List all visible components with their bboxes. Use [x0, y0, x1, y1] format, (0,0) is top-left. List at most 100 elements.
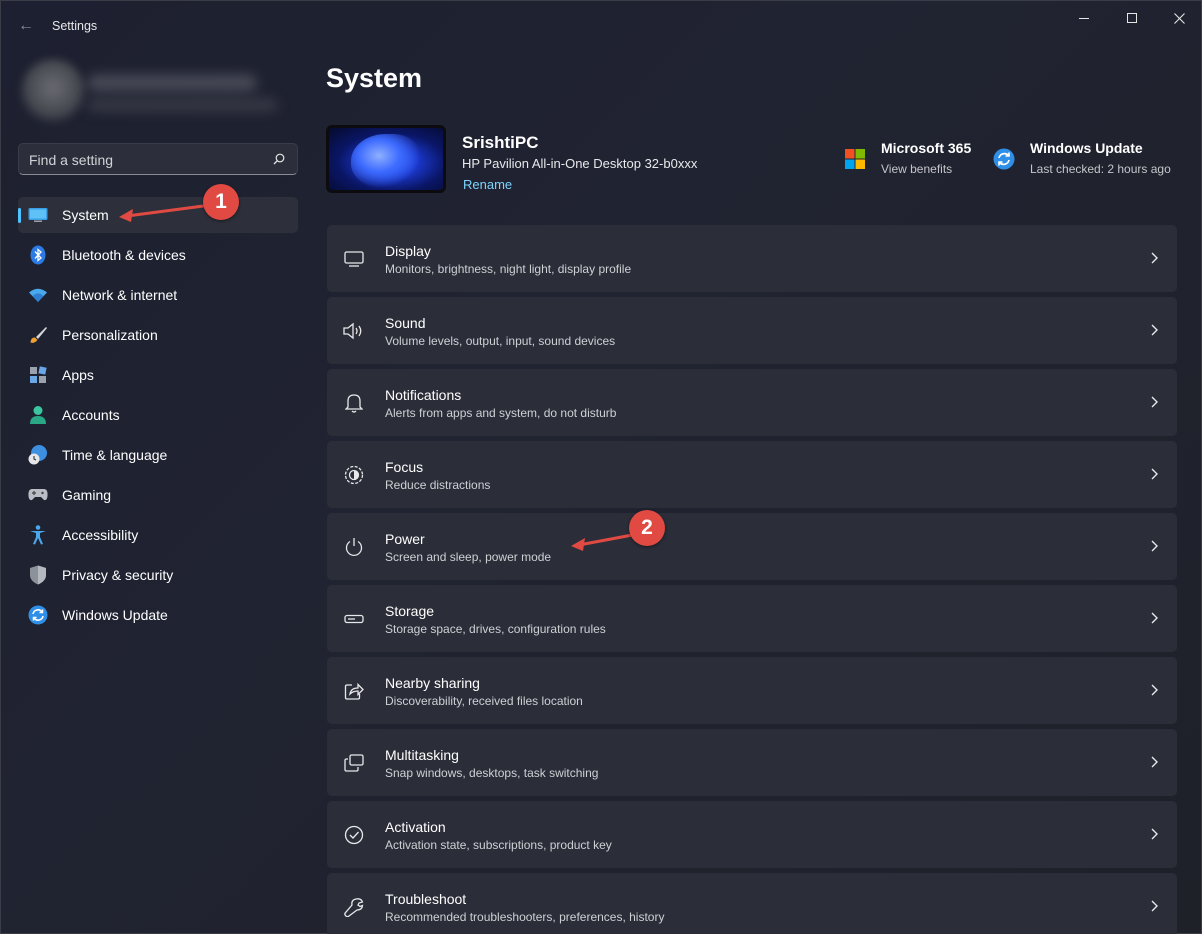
back-arrow-icon[interactable]: ←	[15, 15, 37, 37]
card-subtitle: Activation state, subscriptions, product…	[385, 838, 612, 852]
monitor-icon	[343, 248, 365, 270]
device-wallpaper-thumbnail	[326, 125, 446, 193]
chevron-right-icon	[1151, 756, 1158, 768]
sidebar-item-privacy[interactable]: Privacy & security	[18, 557, 298, 593]
card-title: Activation	[385, 819, 446, 835]
quick-link-title: Windows Update	[1030, 140, 1143, 156]
search-icon[interactable]	[273, 153, 285, 165]
annotation-badge-1: 1	[203, 184, 239, 220]
gamepad-icon	[28, 485, 48, 505]
close-button[interactable]	[1156, 1, 1202, 35]
focus-icon	[343, 464, 365, 486]
sidebar-item-label: Privacy & security	[62, 567, 174, 583]
card-nearby-sharing[interactable]: Nearby sharing Discoverability, received…	[327, 657, 1177, 724]
sidebar-item-personalization[interactable]: Personalization	[18, 317, 298, 353]
card-power[interactable]: Power Screen and sleep, power mode	[327, 513, 1177, 580]
shield-icon	[28, 565, 48, 585]
search-box[interactable]	[18, 143, 298, 175]
sidebar-item-label: Accounts	[62, 407, 120, 423]
sidebar-item-label: Time & language	[62, 447, 168, 463]
card-title: Sound	[385, 315, 426, 331]
sidebar-item-gaming[interactable]: Gaming	[18, 477, 298, 513]
storage-drive-icon	[343, 608, 365, 630]
chevron-right-icon	[1151, 540, 1158, 552]
sidebar-item-label: Personalization	[62, 327, 158, 343]
profile-email-blurred	[87, 99, 277, 111]
rename-link[interactable]: Rename	[463, 177, 512, 192]
account-icon	[28, 405, 48, 425]
sidebar-item-time-language[interactable]: Time & language	[18, 437, 298, 473]
sidebar-nav: System Bluetooth & devices Network & int…	[18, 197, 298, 637]
card-subtitle: Storage space, drives, configuration rul…	[385, 622, 606, 636]
card-subtitle: Recommended troubleshooters, preferences…	[385, 910, 665, 924]
card-storage[interactable]: Storage Storage space, drives, configura…	[327, 585, 1177, 652]
card-activation[interactable]: Activation Activation state, subscriptio…	[327, 801, 1177, 868]
card-subtitle: Alerts from apps and system, do not dist…	[385, 406, 617, 420]
bluetooth-icon	[28, 245, 48, 265]
card-subtitle: Volume levels, output, input, sound devi…	[385, 334, 616, 348]
chevron-right-icon	[1151, 684, 1158, 696]
sidebar-item-network[interactable]: Network & internet	[18, 277, 298, 313]
minimize-button[interactable]	[1061, 1, 1107, 35]
chevron-right-icon	[1151, 900, 1158, 912]
bell-icon	[343, 392, 365, 414]
check-circle-icon	[343, 824, 365, 846]
card-subtitle: Reduce distractions	[385, 478, 491, 492]
share-icon	[343, 680, 365, 702]
brush-icon	[28, 325, 48, 345]
windows-update-icon	[993, 148, 1015, 170]
quick-link-title: Microsoft 365	[881, 140, 972, 156]
page-title: System	[326, 63, 423, 93]
wifi-icon	[28, 285, 48, 305]
card-title: Focus	[385, 459, 424, 475]
chevron-right-icon	[1151, 324, 1158, 336]
profile-name-blurred	[87, 75, 257, 91]
sidebar-item-bluetooth[interactable]: Bluetooth & devices	[18, 237, 298, 273]
sidebar-item-label: Network & internet	[62, 287, 178, 303]
card-sound[interactable]: Sound Volume levels, output, input, soun…	[327, 297, 1177, 364]
user-profile[interactable]	[7, 53, 297, 131]
sidebar-item-label: Apps	[62, 367, 94, 383]
apps-icon	[28, 365, 48, 385]
accessibility-icon	[28, 525, 48, 545]
multitasking-icon	[343, 752, 365, 774]
windows-update-icon	[28, 605, 48, 625]
sidebar-item-label: Gaming	[62, 487, 112, 503]
card-title: Troubleshoot	[385, 891, 467, 907]
annotation-badge-2: 2	[629, 510, 665, 546]
sidebar-item-label: Bluetooth & devices	[62, 247, 186, 263]
title-bar: ← Settings	[1, 1, 1201, 51]
sidebar-item-windows-update[interactable]: Windows Update	[18, 597, 298, 633]
card-subtitle: Screen and sleep, power mode	[385, 550, 552, 564]
quick-link-subtitle: Last checked: 2 hours ago	[1030, 162, 1171, 176]
chevron-right-icon	[1151, 828, 1158, 840]
sidebar-item-apps[interactable]: Apps	[18, 357, 298, 393]
card-focus[interactable]: Focus Reduce distractions	[327, 441, 1177, 508]
chevron-right-icon	[1151, 396, 1158, 408]
sidebar-item-label: Windows Update	[62, 607, 168, 623]
close-icon	[1173, 12, 1185, 24]
maximize-button[interactable]	[1109, 1, 1155, 35]
sidebar-item-label: System	[62, 207, 109, 223]
wrench-icon	[343, 896, 365, 918]
sidebar-item-accessibility[interactable]: Accessibility	[18, 517, 298, 553]
card-troubleshoot[interactable]: Troubleshoot Recommended troubleshooters…	[327, 873, 1177, 934]
card-display[interactable]: Display Monitors, brightness, night ligh…	[327, 225, 1177, 292]
minimize-icon	[1079, 17, 1089, 19]
sidebar-item-accounts[interactable]: Accounts	[18, 397, 298, 433]
card-title: Multitasking	[385, 747, 459, 763]
card-title: Storage	[385, 603, 435, 619]
settings-card-list: Display Monitors, brightness, night ligh…	[327, 225, 1177, 934]
speaker-icon	[343, 320, 365, 342]
system-display-icon	[28, 205, 48, 225]
card-notifications[interactable]: Notifications Alerts from apps and syste…	[327, 369, 1177, 436]
power-icon	[343, 536, 365, 558]
card-subtitle: Snap windows, desktops, task switching	[385, 766, 599, 780]
card-title: Notifications	[385, 387, 462, 403]
card-multitasking[interactable]: Multitasking Snap windows, desktops, tas…	[327, 729, 1177, 796]
chevron-right-icon	[1151, 252, 1158, 264]
card-title: Power	[385, 531, 425, 547]
settings-window: ← Settings System Bluetooth & devices	[0, 0, 1202, 934]
search-input[interactable]	[29, 150, 259, 170]
quick-link-subtitle: View benefits	[881, 162, 953, 176]
